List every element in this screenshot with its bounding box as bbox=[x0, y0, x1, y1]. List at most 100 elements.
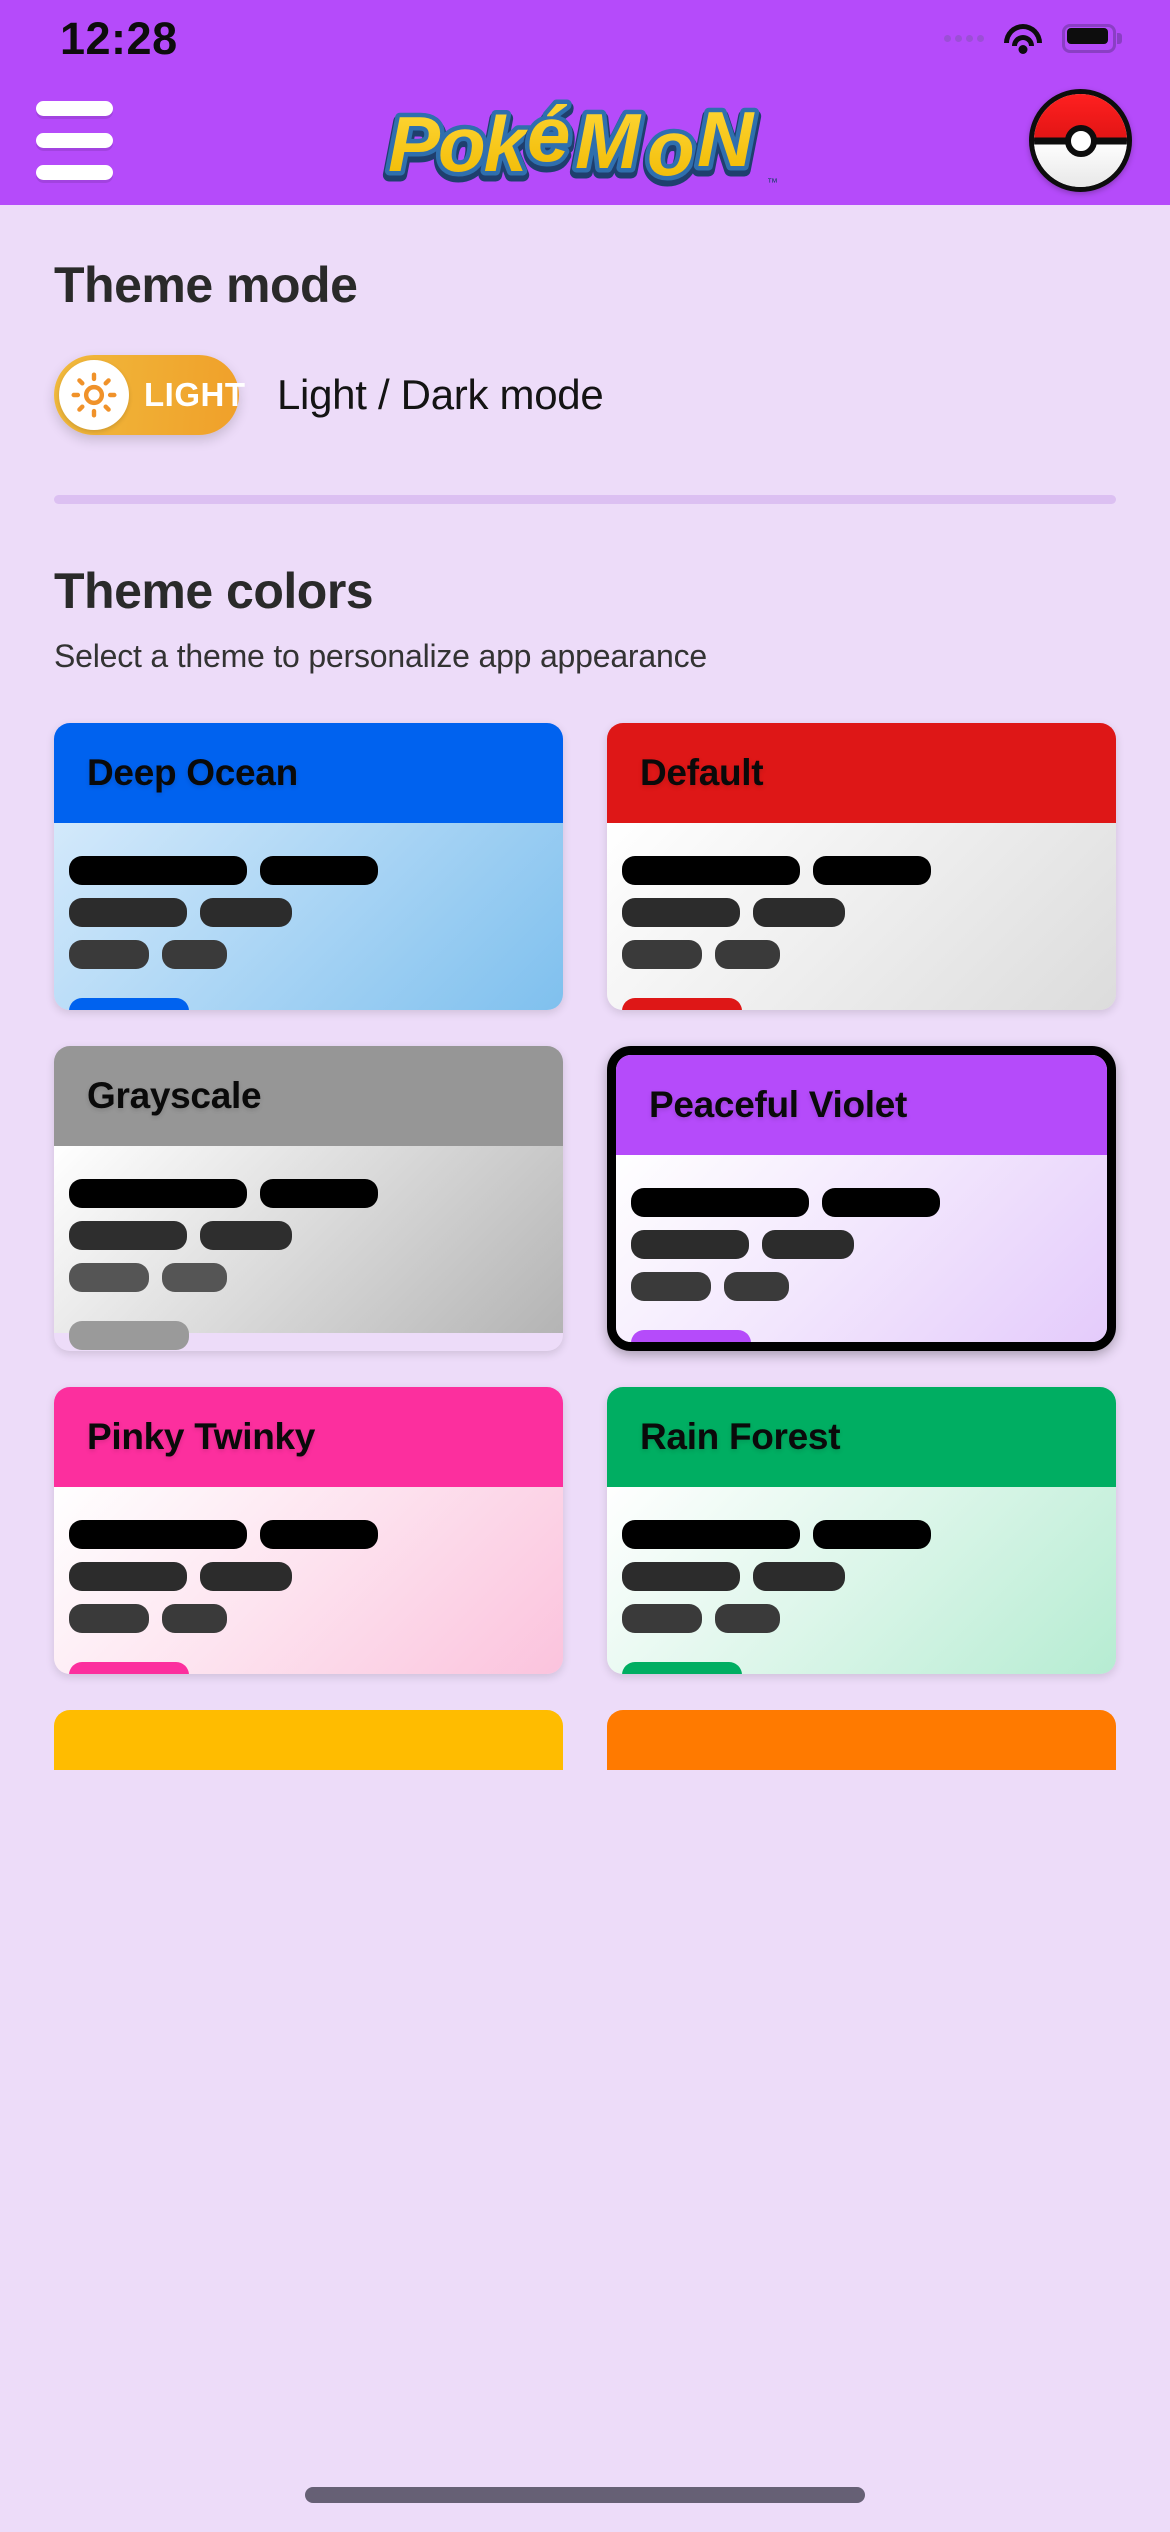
theme-card-skeleton-row bbox=[69, 1221, 563, 1250]
theme-card-skeleton-bar bbox=[69, 1604, 149, 1633]
theme-card-accent-bar bbox=[622, 1662, 742, 1674]
theme-card-skeleton-bar bbox=[69, 898, 187, 927]
theme-card-skeleton-row bbox=[622, 1520, 1116, 1549]
theme-card-skeleton-row bbox=[631, 1272, 1107, 1301]
theme-card-skeleton-row bbox=[622, 898, 1116, 927]
theme-card-skeleton-bar bbox=[69, 1221, 187, 1250]
theme-card-preview bbox=[54, 1146, 563, 1350]
section-divider bbox=[54, 495, 1116, 504]
home-indicator[interactable] bbox=[305, 2487, 865, 2503]
theme-card-preview bbox=[54, 823, 563, 1010]
theme-card-skeleton-bar bbox=[715, 1604, 780, 1633]
nav-row: Pok Pok Pok é é é M M M o o o N N N ™ bbox=[0, 76, 1170, 205]
theme-card-skeleton-row bbox=[622, 1604, 1116, 1633]
theme-mode-toggle[interactable]: LIGHT bbox=[54, 355, 245, 435]
theme-card-accent-bar bbox=[69, 1321, 189, 1350]
theme-card-preview bbox=[54, 1487, 563, 1674]
theme-card-accent-bar bbox=[631, 1330, 751, 1342]
theme-card-skeleton-row bbox=[631, 1188, 1107, 1217]
theme-card-grid: Deep Ocean Default Grayscale Peaceful Viole… bbox=[54, 723, 1116, 1674]
theme-card-skeleton-row bbox=[631, 1230, 1107, 1259]
theme-card-skeleton-bar bbox=[622, 1562, 740, 1591]
theme-card-title: Deep Ocean bbox=[87, 752, 298, 793]
theme-card-preview bbox=[607, 823, 1116, 1010]
theme-card-header: Deep Ocean bbox=[54, 723, 563, 823]
theme-card-skeleton-bar bbox=[622, 1604, 702, 1633]
theme-card-skeleton-row bbox=[69, 1179, 563, 1208]
theme-card-header: Pinky Twinky bbox=[54, 1387, 563, 1487]
theme-card-skeleton-bar bbox=[260, 856, 378, 885]
theme-card[interactable]: Peaceful Violet bbox=[607, 1046, 1116, 1351]
theme-card-skeleton-bar bbox=[822, 1188, 940, 1217]
pokeball-icon[interactable] bbox=[1029, 89, 1132, 192]
theme-card-skeleton-bar bbox=[69, 940, 149, 969]
theme-card-preview bbox=[607, 1487, 1116, 1674]
theme-card[interactable]: Rain Forest bbox=[607, 1387, 1116, 1674]
svg-text:o: o bbox=[647, 104, 693, 192]
theme-card-header: Peaceful Violet bbox=[616, 1055, 1107, 1155]
theme-card-skeleton-bar bbox=[200, 898, 292, 927]
theme-card-skeleton-bar bbox=[631, 1188, 809, 1217]
theme-card-skeleton-bar bbox=[631, 1272, 711, 1301]
hamburger-menu-icon[interactable] bbox=[22, 97, 127, 185]
theme-colors-subtitle: Select a theme to personalize app appear… bbox=[54, 638, 707, 674]
theme-card-skeleton-bar bbox=[69, 1562, 187, 1591]
theme-card-skeleton-row bbox=[622, 1562, 1116, 1591]
theme-card-accent-bar bbox=[69, 998, 189, 1010]
pokemon-logo: Pok Pok Pok é é é M M M o o o N N N ™ bbox=[375, 86, 795, 196]
theme-card-preview bbox=[616, 1155, 1107, 1342]
theme-card-header: Grayscale bbox=[54, 1046, 563, 1146]
theme-card-skeleton-bar bbox=[200, 1562, 292, 1591]
theme-card-skeleton-bar bbox=[260, 1520, 378, 1549]
theme-card-header: Rain Forest bbox=[607, 1387, 1116, 1487]
theme-card-skeleton-row bbox=[69, 1562, 563, 1591]
theme-card-title: Rain Forest bbox=[640, 1416, 841, 1457]
theme-card-skeleton-bar bbox=[260, 1179, 378, 1208]
battery-icon bbox=[1062, 23, 1122, 53]
theme-card-skeleton-row bbox=[622, 940, 1116, 969]
theme-card-skeleton-row bbox=[69, 898, 563, 927]
theme-mode-toggle-label: LIGHT bbox=[144, 376, 246, 413]
signal-dots-icon bbox=[944, 34, 984, 42]
svg-text:Pok: Pok bbox=[388, 100, 531, 188]
theme-card-skeleton-row bbox=[69, 1520, 563, 1549]
svg-text:é: é bbox=[527, 90, 569, 178]
theme-card-title: Peaceful Violet bbox=[649, 1084, 908, 1125]
theme-card-skeleton-bar bbox=[622, 940, 702, 969]
theme-card[interactable]: Default bbox=[607, 723, 1116, 1010]
theme-card-skeleton-bar bbox=[69, 856, 247, 885]
wifi-icon bbox=[1004, 23, 1042, 54]
theme-card-title: Pinky Twinky bbox=[87, 1416, 316, 1457]
theme-card-skeleton-bar bbox=[813, 856, 931, 885]
theme-card-skeleton-bar bbox=[631, 1230, 749, 1259]
theme-card[interactable] bbox=[607, 1710, 1116, 1770]
theme-card[interactable] bbox=[54, 1710, 563, 1770]
theme-card-accent-bar bbox=[69, 1662, 189, 1674]
theme-card[interactable]: Grayscale bbox=[54, 1046, 563, 1351]
theme-card-skeleton-row bbox=[622, 856, 1116, 885]
theme-card-skeleton-bar bbox=[724, 1272, 789, 1301]
theme-card-skeleton-row bbox=[69, 1604, 563, 1633]
status-bar-icons bbox=[944, 23, 1122, 54]
theme-card-skeleton-bar bbox=[162, 940, 227, 969]
status-bar: 12:28 bbox=[0, 0, 1170, 76]
theme-card-skeleton-bar bbox=[753, 898, 845, 927]
theme-card-skeleton-bar bbox=[162, 1263, 227, 1292]
sun-icon bbox=[59, 360, 129, 430]
theme-card-skeleton-bar bbox=[200, 1221, 292, 1250]
theme-card-skeleton-bar bbox=[622, 1520, 800, 1549]
theme-card-skeleton-row bbox=[69, 856, 563, 885]
theme-card-skeleton-bar bbox=[622, 898, 740, 927]
theme-card-skeleton-bar bbox=[715, 940, 780, 969]
svg-text:N: N bbox=[697, 95, 755, 183]
theme-card-skeleton-row bbox=[69, 940, 563, 969]
theme-card-title: Grayscale bbox=[87, 1075, 262, 1116]
theme-card[interactable]: Pinky Twinky bbox=[54, 1387, 563, 1674]
theme-card[interactable]: Deep Ocean bbox=[54, 723, 563, 1010]
theme-card-skeleton-row bbox=[69, 1263, 563, 1292]
settings-content: Theme mode LIGHT Light / Dark mode Theme… bbox=[0, 205, 1170, 1770]
theme-card-skeleton-bar bbox=[69, 1520, 247, 1549]
theme-card-skeleton-bar bbox=[813, 1520, 931, 1549]
theme-mode-description: Light / Dark mode bbox=[277, 371, 604, 418]
status-bar-clock: 12:28 bbox=[60, 12, 178, 64]
